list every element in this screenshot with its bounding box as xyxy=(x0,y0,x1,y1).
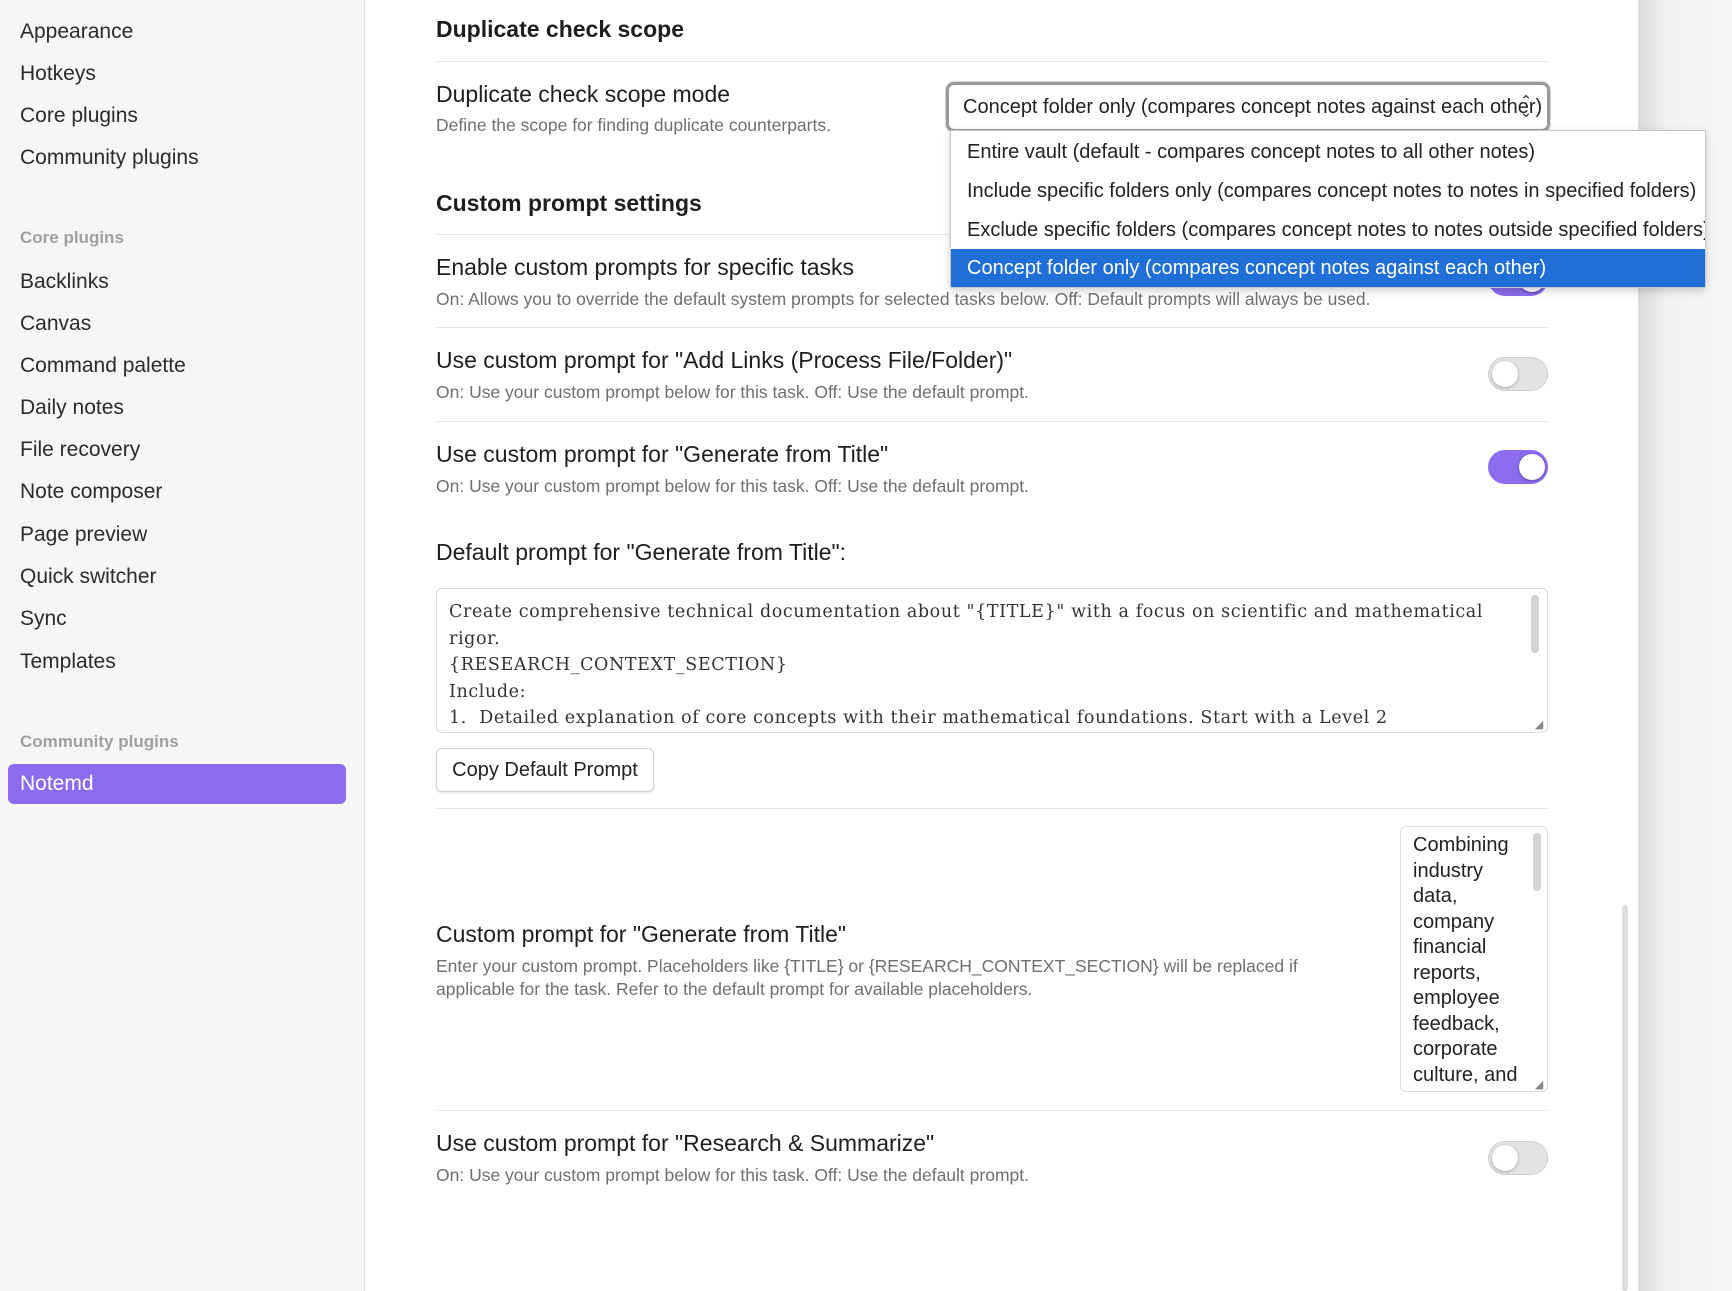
copy-default-prompt-button[interactable]: Copy Default Prompt xyxy=(436,748,654,792)
resize-handle-icon[interactable]: ◢ xyxy=(1533,719,1545,731)
sidebar-item-page-preview[interactable]: Page preview xyxy=(8,515,346,555)
default-prompt-label: Default prompt for "Generate from Title"… xyxy=(436,539,847,565)
sidebar-group-core-plugins: Core plugins xyxy=(20,228,124,247)
sidebar-item-daily-notes[interactable]: Daily notes xyxy=(8,388,346,428)
sidebar-item-templates[interactable]: Templates xyxy=(8,642,346,682)
dropdown-option-concept-folder[interactable]: Concept folder only (compares concept no… xyxy=(951,249,1705,287)
add-links-prompt-desc: On: Use your custom prompt below for thi… xyxy=(436,382,1029,402)
research-prompt-label: Use custom prompt for "Research & Summar… xyxy=(436,1130,935,1156)
divider xyxy=(436,421,1548,422)
sidebar-item-backlinks[interactable]: Backlinks xyxy=(8,262,346,302)
custom-prompt-label: Custom prompt for "Generate from Title" xyxy=(436,921,847,947)
default-prompt-textarea[interactable]: Create comprehensive technical documenta… xyxy=(436,588,1548,733)
sidebar-item-notemd[interactable]: Notemd xyxy=(8,764,346,804)
dropdown-option-exclude-folders[interactable]: Exclude specific folders (compares conce… xyxy=(951,211,1705,249)
duplicate-mode-desc: Define the scope for finding duplicate c… xyxy=(436,115,831,135)
custom-prompt-desc: Enter your custom prompt. Placeholders l… xyxy=(436,956,1298,999)
research-prompt-toggle[interactable] xyxy=(1488,1141,1548,1175)
duplicate-mode-label: Duplicate check scope mode xyxy=(436,81,731,107)
custom-prompt-textarea[interactable]: Combining industry data, company financi… xyxy=(1400,826,1548,1092)
section-heading-duplicate: Duplicate check scope xyxy=(436,16,684,42)
enable-custom-prompts-desc: On: Allows you to override the default s… xyxy=(436,289,1371,309)
textarea-scrollbar[interactable] xyxy=(1531,595,1539,653)
sidebar-item-note-composer[interactable]: Note composer xyxy=(8,472,346,512)
add-links-prompt-label: Use custom prompt for "Add Links (Proces… xyxy=(436,347,1013,373)
dropdown-option-entire-vault[interactable]: Entire vault (default - compares concept… xyxy=(951,133,1705,171)
content-scrollbar[interactable] xyxy=(1622,905,1628,1291)
divider xyxy=(436,327,1548,328)
sidebar-item-core-plugins[interactable]: Core plugins xyxy=(8,96,346,136)
duplicate-scope-select[interactable]: Concept folder only (compares concept no… xyxy=(946,82,1550,132)
research-prompt-desc: On: Use your custom prompt below for thi… xyxy=(436,1165,1029,1185)
enable-custom-prompts-label: Enable custom prompts for specific tasks xyxy=(436,254,854,280)
toggle-knob xyxy=(1492,361,1518,387)
gen-title-prompt-toggle[interactable] xyxy=(1488,450,1548,484)
chevron-updown-icon: ⌃ ⌄ xyxy=(1519,93,1533,121)
gen-title-prompt-label: Use custom prompt for "Generate from Tit… xyxy=(436,441,889,467)
toggle-knob xyxy=(1519,454,1545,480)
default-prompt-text: Create comprehensive technical documenta… xyxy=(449,602,1484,728)
textarea-scrollbar[interactable] xyxy=(1533,833,1541,891)
resize-handle-icon[interactable]: ◢ xyxy=(1533,1079,1545,1091)
custom-prompt-value: Combining industry data, company financi… xyxy=(1413,834,1518,1086)
duplicate-scope-dropdown: Entire vault (default - compares concept… xyxy=(950,130,1706,288)
sidebar-item-file-recovery[interactable]: File recovery xyxy=(8,430,346,470)
sidebar-item-quick-switcher[interactable]: Quick switcher xyxy=(8,557,346,597)
divider xyxy=(436,1110,1548,1111)
sidebar-item-command-palette[interactable]: Command palette xyxy=(8,346,346,386)
divider xyxy=(436,61,1548,62)
sidebar-item-community-plugins[interactable]: Community plugins xyxy=(8,138,346,178)
sidebar-item-appearance[interactable]: Appearance xyxy=(8,12,346,52)
divider xyxy=(436,808,1548,809)
dropdown-option-include-folders[interactable]: Include specific folders only (compares … xyxy=(951,172,1705,210)
add-links-prompt-toggle[interactable] xyxy=(1488,357,1548,391)
sidebar-item-hotkeys[interactable]: Hotkeys xyxy=(8,54,346,94)
section-heading-custom-prompts: Custom prompt settings xyxy=(436,190,702,216)
settings-sidebar: Appearance Hotkeys Core plugins Communit… xyxy=(0,0,365,1291)
gen-title-prompt-desc: On: Use your custom prompt below for thi… xyxy=(436,476,1029,496)
sidebar-item-sync[interactable]: Sync xyxy=(8,599,346,639)
toggle-knob xyxy=(1492,1145,1518,1171)
sidebar-group-community-plugins: Community plugins xyxy=(20,732,179,751)
sidebar-item-canvas[interactable]: Canvas xyxy=(8,304,346,344)
